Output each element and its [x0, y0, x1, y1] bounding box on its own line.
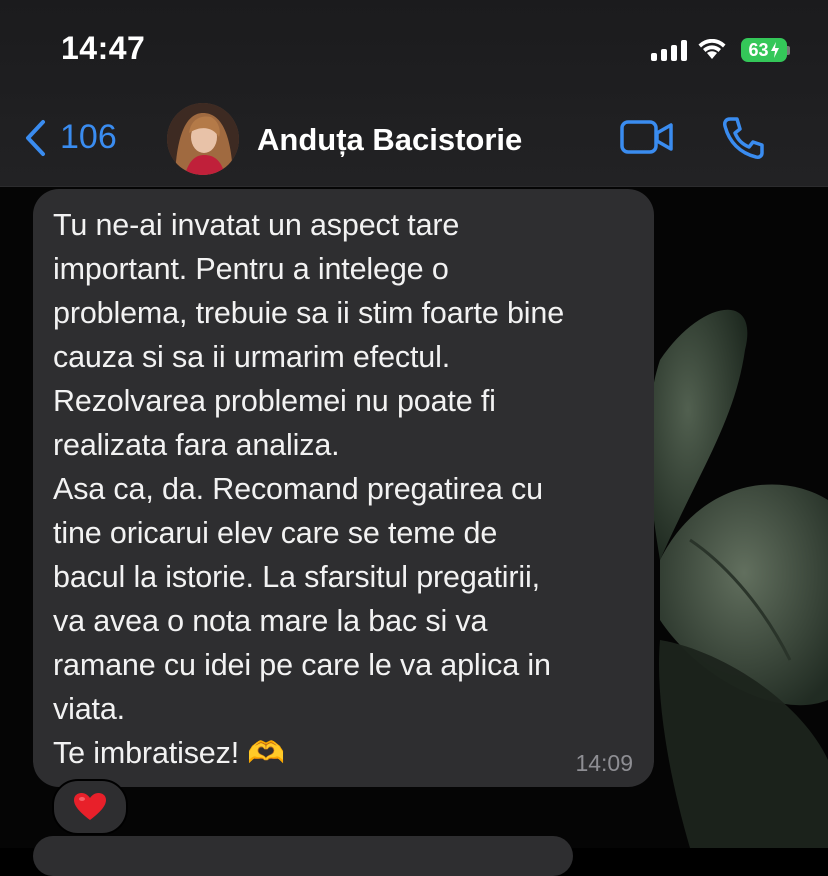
message-line: viata. — [53, 692, 125, 726]
avatar[interactable] — [167, 103, 239, 175]
video-call-button[interactable] — [620, 118, 674, 161]
heart-reaction[interactable] — [52, 779, 128, 835]
message-line: important. Pentru a intelege o — [53, 252, 449, 286]
message-line: Rezolvarea problemei nu poate fi — [53, 384, 496, 418]
chevron-left-icon — [26, 119, 45, 156]
video-call-icon — [620, 120, 673, 154]
message-line: Asa ca, da. Recomand pregatirea cu — [53, 472, 543, 506]
message-line: Tu ne-ai invatat un aspect tare — [53, 208, 460, 242]
message-line: va avea o nota mare la bac si va — [53, 604, 488, 638]
voice-call-button[interactable] — [720, 115, 766, 166]
status-icons: 63 — [651, 36, 790, 64]
contact-name[interactable]: Anduța Bacistorie — [257, 122, 522, 158]
message-line: tine oricarui elev care se teme de — [53, 516, 498, 550]
phone-icon — [723, 117, 764, 159]
message-line: bacul la istorie. La sfarsitul pregatiri… — [53, 560, 541, 594]
message-line: Te imbratisez! 🫶 — [53, 736, 286, 770]
message-bubble[interactable]: Tu ne-ai invatat un aspect tare importan… — [33, 189, 654, 787]
message-line: problema, trebuie sa ii stim foarte bine — [53, 296, 565, 330]
status-time: 14:47 — [61, 30, 146, 66]
next-message-bubble[interactable] — [33, 836, 573, 876]
message-timestamp: 14:09 — [575, 750, 633, 776]
signal-icon — [651, 39, 687, 61]
chat-header: 14:47 63 106 Anduța Bacistorie — [0, 0, 828, 187]
message-line: cauza si sa ii urmarim efectul. — [53, 340, 451, 374]
battery-nub — [787, 45, 790, 55]
back-button[interactable]: 106 — [24, 118, 117, 157]
battery-level: 63 — [748, 39, 769, 60]
back-count: 106 — [60, 118, 117, 156]
message-line: ramane cu idei pe care le va aplica in — [53, 648, 551, 682]
heart-icon — [74, 793, 106, 820]
wifi-icon — [698, 39, 726, 59]
message-line: realizata fara analiza. — [53, 428, 340, 462]
battery-charging-icon: 63 — [741, 38, 787, 62]
